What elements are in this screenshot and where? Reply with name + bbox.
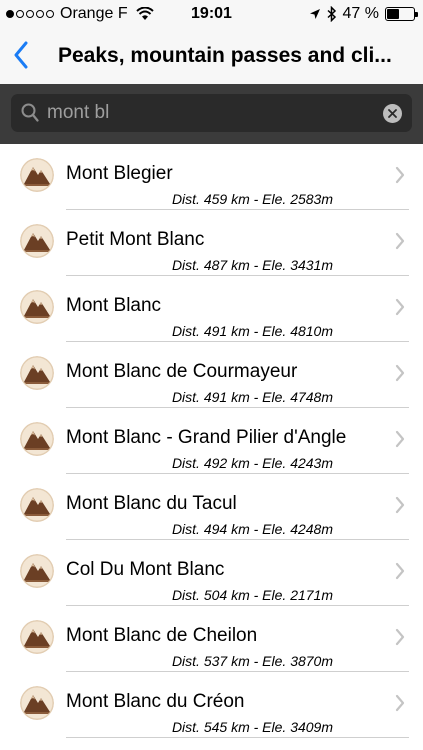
battery-icon — [385, 7, 418, 21]
chevron-right-icon — [395, 496, 405, 514]
search-input[interactable] — [47, 94, 367, 132]
mountain-icon — [20, 290, 54, 324]
mountain-icon — [20, 356, 54, 390]
chevron-right-icon — [395, 166, 405, 184]
list-item-name: Petit Mont Blanc — [66, 229, 205, 250]
battery-level — [387, 9, 400, 19]
row-separator — [66, 737, 409, 738]
mountain-icon — [20, 224, 54, 258]
mountain-icon — [20, 158, 54, 192]
list-item-name: Mont Blanc du Créon — [66, 691, 245, 712]
chevron-right-icon — [395, 232, 405, 250]
list-item-name: Mont Blanc de Cheilon — [66, 625, 258, 646]
list-item-name: Mont Blanc de Courmayeur — [66, 361, 298, 382]
list-item[interactable]: Mont Blanc - Grand Pilier d'Angle Dist. … — [0, 408, 423, 474]
list-item[interactable]: Mont Blanc de Courmayeur Dist. 491 km - … — [0, 342, 423, 408]
chevron-right-icon — [395, 364, 405, 382]
bluetooth-icon — [327, 6, 336, 22]
clear-search-icon[interactable] — [383, 104, 402, 123]
list-item-name: Mont Blanc du Tacul — [66, 493, 237, 514]
list-item-distance-elevation: Dist. 491 km - Ele. 4748m — [171, 389, 333, 405]
list-item-name: Mont Blanc - Grand Pilier d'Angle — [66, 427, 347, 448]
mountain-icon — [20, 686, 54, 720]
chevron-right-icon — [395, 430, 405, 448]
search-bar — [0, 84, 423, 144]
list-item[interactable]: Mont Blegier Dist. 459 km - Ele. 2583m — [0, 144, 423, 210]
list-item[interactable]: Col Du Mont Blanc Dist. 504 km - Ele. 21… — [0, 540, 423, 606]
list-item-name: Mont Blegier — [66, 163, 173, 184]
location-arrow-icon — [309, 9, 320, 19]
list-item-distance-elevation: Dist. 545 km - Ele. 3409m — [171, 719, 333, 735]
status-bar: Orange F 19:01 47 % — [0, 0, 423, 28]
list-item-distance-elevation: Dist. 504 km - Ele. 2171m — [171, 587, 333, 603]
page-title: Peaks, mountain passes and cli... — [58, 44, 392, 67]
list-item-distance-elevation: Dist. 537 km - Ele. 3870m — [171, 653, 333, 669]
list-item-name: Col Du Mont Blanc — [66, 559, 225, 580]
chevron-left-icon — [14, 41, 28, 69]
mountain-icon — [20, 554, 54, 588]
list-item-distance-elevation: Dist. 491 km - Ele. 4810m — [171, 323, 333, 339]
list-item[interactable]: Mont Blanc Dist. 491 km - Ele. 4810m — [0, 276, 423, 342]
list-item[interactable]: Mont Blanc du Créon Dist. 545 km - Ele. … — [0, 672, 423, 738]
back-button[interactable] — [4, 38, 38, 72]
list-item[interactable]: Petit Mont Blanc Dist. 487 km - Ele. 343… — [0, 210, 423, 276]
mountain-icon — [20, 422, 54, 456]
status-right: 47 % — [309, 5, 418, 23]
list-item-distance-elevation: Dist. 459 km - Ele. 2583m — [171, 191, 333, 207]
results-list: Mont Blegier Dist. 459 km - Ele. 2583m P… — [0, 144, 423, 750]
navigation-bar: Peaks, mountain passes and cli... — [0, 28, 423, 84]
chevron-right-icon — [395, 694, 405, 712]
chevron-right-icon — [395, 562, 405, 580]
search-icon — [21, 103, 39, 122]
list-item-name: Mont Blanc — [66, 295, 162, 316]
battery-percent: 47 % — [342, 5, 379, 22]
chevron-right-icon — [395, 298, 405, 316]
search-field[interactable] — [11, 94, 412, 132]
mountain-icon — [20, 620, 54, 654]
list-item[interactable]: Mont Blanc du Tacul Dist. 494 km - Ele. … — [0, 474, 423, 540]
chevron-right-icon — [395, 628, 405, 646]
list-item-distance-elevation: Dist. 492 km - Ele. 4243m — [171, 455, 333, 471]
list-item[interactable]: Mont Blanc de Cheilon Dist. 537 km - Ele… — [0, 606, 423, 672]
mountain-icon — [20, 488, 54, 522]
list-item-distance-elevation: Dist. 487 km - Ele. 3431m — [171, 257, 333, 273]
list-item-distance-elevation: Dist. 494 km - Ele. 4248m — [171, 521, 333, 537]
